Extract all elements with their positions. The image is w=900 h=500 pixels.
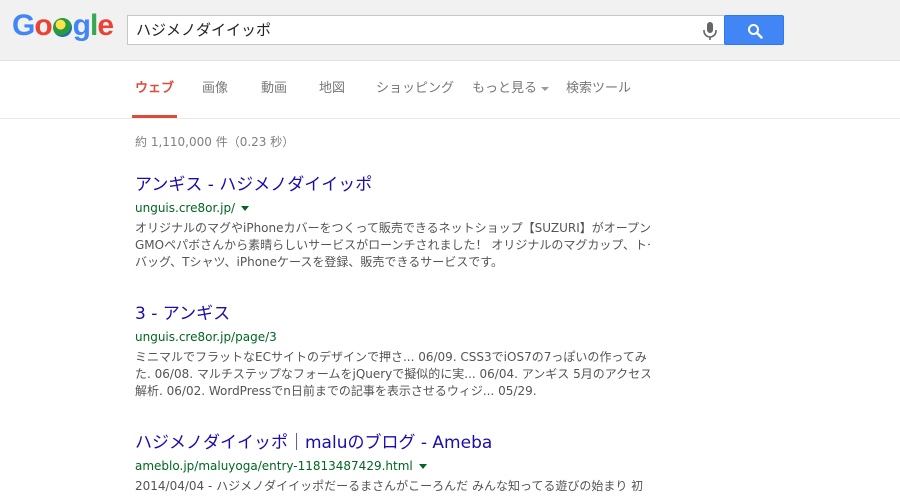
result-title-link[interactable]: ハジメノダイイッポ｜maluのブログ - Ameba: [135, 432, 655, 454]
snippet-line: バッグ、Tシャツ、iPhoneケースを登録、販売できるサービスです。: [135, 255, 503, 269]
search-button[interactable]: [724, 15, 784, 45]
snippet-line: 解析. 06/02. WordPressでn日前までの記事を表示させるウィジ..…: [135, 384, 537, 398]
search-box: [127, 15, 725, 45]
tab-label: ショッピング: [376, 81, 455, 96]
snippet-line: ミニマルでフラットなECサイトのデザインで押さ... 06/09. CSS3でi…: [135, 350, 647, 364]
snippet-line: 2014/04/04 - ハジメノダイイッポだーるまさんがこーろんだ みんな知っ…: [135, 479, 644, 493]
result-snippet: オリジナルのマグやiPhoneカバーをつくって販売できるネットショップ【SUZU…: [135, 220, 650, 271]
tab-label: もっと見る: [472, 81, 538, 96]
result-title-link[interactable]: 3 - アンギス: [135, 303, 655, 325]
tab-more[interactable]: もっと見る: [472, 61, 550, 118]
result-stats: 約 1,110,000 件（0.23 秒）: [135, 135, 295, 149]
logo-letter: l: [90, 9, 98, 42]
tab-shopping[interactable]: ショッピング: [376, 61, 454, 118]
result-snippet: ミニマルでフラットなECサイトのデザインで押さ... 06/09. CSS3でi…: [135, 349, 650, 400]
search-result: アンギス - ハジメノダイイッポ unguis.cre8or.jp/ オリジナル…: [135, 174, 655, 271]
search-input[interactable]: [136, 16, 696, 44]
tab-maps[interactable]: 地図: [319, 61, 345, 118]
chevron-down-icon: [541, 86, 550, 91]
tab-web[interactable]: ウェブ: [132, 61, 178, 118]
logo-letter: G: [12, 9, 35, 42]
tab-label: 動画: [261, 81, 288, 96]
tab-images[interactable]: 画像: [202, 61, 228, 118]
result-url: unguis.cre8or.jp/: [135, 201, 236, 215]
snippet-line: GMOペパボさんから素晴らしいサービスがローンチされました！ オリジナルのマグカ…: [135, 238, 650, 252]
result-url-row: unguis.cre8or.jp/: [135, 200, 655, 216]
tab-label: ウェブ: [135, 81, 175, 96]
search-result: 3 - アンギス unguis.cre8or.jp/page/3 ミニマルでフラ…: [135, 303, 655, 400]
result-url: ameblo.jp/maluyoga/entry-11813487429.htm…: [135, 459, 413, 473]
google-logo[interactable]: Go gle: [12, 9, 114, 43]
nav-bar: ウェブ 画像 動画 地図 ショッピング もっと見る 検索ツール: [0, 61, 900, 119]
caret-down-icon[interactable]: [418, 464, 427, 469]
microphone-icon[interactable]: [701, 21, 719, 41]
caret-down-icon[interactable]: [241, 206, 250, 211]
search-result: ハジメノダイイッポ｜maluのブログ - Ameba ameblo.jp/mal…: [135, 432, 655, 495]
soccer-ball-icon: [52, 18, 72, 37]
tab-label: 検索ツール: [566, 81, 632, 96]
logo-letter: o: [34, 9, 52, 42]
tab-search-tools[interactable]: 検索ツール: [566, 61, 631, 118]
snippet-line: オリジナルのマグやiPhoneカバーをつくって販売できるネットショップ【SUZU…: [135, 221, 650, 235]
logo-letter: e: [97, 9, 114, 42]
logo-letter: g: [72, 9, 91, 42]
result-title-link[interactable]: アンギス - ハジメノダイイッポ: [135, 174, 655, 196]
result-url: unguis.cre8or.jp/page/3: [135, 330, 277, 344]
result-url-row: unguis.cre8or.jp/page/3: [135, 329, 655, 345]
snippet-line: た. 06/08. マルチステップなフォームをjQueryで擬似的に実... 0…: [135, 367, 650, 381]
result-url-row: ameblo.jp/maluyoga/entry-11813487429.htm…: [135, 458, 655, 474]
search-icon: [748, 24, 763, 39]
header: Go gle: [0, 0, 900, 61]
tab-label: 地図: [319, 81, 346, 96]
result-snippet: 2014/04/04 - ハジメノダイイッポだーるまさんがこーろんだ みんな知っ…: [135, 478, 650, 495]
tab-label: 画像: [202, 81, 229, 96]
tab-videos[interactable]: 動画: [261, 61, 287, 118]
